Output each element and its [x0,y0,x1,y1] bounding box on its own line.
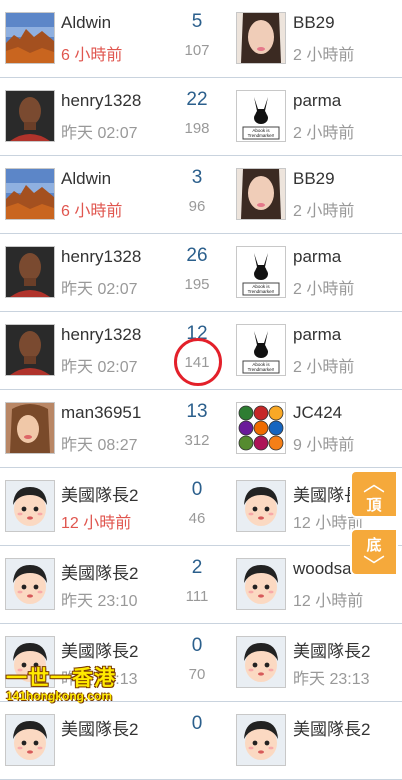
post-time: 6 小時前 [61,203,123,220]
last-reply-time: 2 小時前 [293,359,355,376]
view-count: 96 [188,198,206,215]
thread-row[interactable]: Aldwin 6 小時前 5 107 BB29 2 小時前 [0,0,402,78]
highlight-circle [174,338,222,386]
last-reply-time: 9 小時前 [293,437,355,454]
poster-avatar[interactable] [5,558,55,610]
last-reply-time: 2 小時前 [293,125,355,142]
reply-count: 3 [191,167,203,188]
reply-count: 26 [186,245,208,266]
last-reply-time: 2 小時前 [293,203,355,220]
thread-row[interactable]: henry1328 昨天 02:07 26 195 Abook is Trendmarke… [0,234,402,312]
thread-row[interactable]: Aldwin 6 小時前 3 96 BB29 2 小時前 [0,156,402,234]
last-reply-avatar[interactable] [236,714,286,766]
post-time: 昨天 02:07 [61,359,138,376]
poster-avatar[interactable] [5,324,55,376]
svg-text:Trendmarker!: Trendmarker! [248,367,275,372]
last-reply-time: 昨天 23:13 [293,671,370,688]
last-reply-avatar[interactable]: Abook is Trendmarker! [236,90,286,142]
poster-name[interactable]: Aldwin [61,169,111,189]
last-reply-avatar[interactable] [236,558,286,610]
reply-count: 2 [191,557,203,578]
last-reply-time: 2 小時前 [293,47,355,64]
reply-count: 0 [191,635,203,656]
poster-avatar[interactable] [5,246,55,298]
poster-avatar[interactable] [5,402,55,454]
chevron-down-icon: ﹀ [362,554,385,579]
last-reply-name[interactable]: BB29 [293,13,335,33]
poster-name[interactable]: Aldwin [61,13,111,33]
last-reply-avatar[interactable] [236,636,286,688]
last-reply-avatar[interactable]: Abook is Trendmarker! [236,246,286,298]
post-time: 12 小時前 [61,515,132,532]
post-time: 昨天 02:07 [61,125,138,142]
last-reply-avatar[interactable] [236,12,286,64]
reply-count: 5 [191,11,203,32]
view-count: 312 [184,432,210,449]
thread-row[interactable]: man36951 昨天 08:27 13 312 JC424 9 小時前 [0,390,402,468]
poster-avatar[interactable] [5,714,55,766]
reply-count: 0 [191,713,203,734]
poster-name[interactable]: henry1328 [61,247,141,267]
poster-avatar[interactable] [5,480,55,532]
view-count: 195 [184,276,210,293]
scroll-top-button[interactable]: ︿ 頂 [350,470,398,518]
logo-main-text: 一世一香港 [6,667,116,690]
post-time: 6 小時前 [61,47,123,64]
last-reply-avatar[interactable] [236,168,286,220]
poster-avatar[interactable] [5,168,55,220]
svg-text:Trendmarker!: Trendmarker! [248,289,275,294]
poster-name[interactable]: henry1328 [61,325,141,345]
poster-name[interactable]: 美國隊長2 [61,637,138,662]
view-count: 111 [185,588,209,605]
chevron-up-icon: ︿ [362,471,385,496]
last-reply-name[interactable]: parma [293,325,341,345]
thread-row[interactable]: 美國隊長2 12 小時前 0 46 美國隊長2 12 小時前 [0,468,402,546]
post-time: 昨天 08:27 [61,437,138,454]
last-reply-name[interactable]: parma [293,91,341,111]
thread-row[interactable]: henry1328 昨天 02:07 22 198 Abook is Trendmarke… [0,78,402,156]
last-reply-name[interactable]: JC424 [293,403,342,423]
logo-sub-text: 141hongkong.com [6,689,113,703]
view-count: 46 [188,510,206,527]
reply-count: 0 [191,479,203,500]
site-watermark-logo: 一世一香港 141hongkong.com [0,660,128,707]
poster-avatar[interactable] [5,90,55,142]
svg-text:Trendmarker!: Trendmarker! [248,133,275,138]
last-reply-name[interactable]: 美國隊長2 [293,715,370,740]
last-reply-avatar[interactable] [236,402,286,454]
poster-name[interactable]: 美國隊長2 [61,559,138,584]
last-reply-avatar[interactable]: Abook is Trendmarker! [236,324,286,376]
last-reply-name[interactable]: BB29 [293,169,335,189]
poster-avatar[interactable] [5,12,55,64]
poster-name[interactable]: 美國隊長2 [61,715,138,740]
last-reply-avatar[interactable] [236,480,286,532]
poster-name[interactable]: man36951 [61,403,141,423]
thread-row[interactable]: 美國隊長2 0 美國隊長2 [0,702,402,780]
last-reply-name[interactable]: parma [293,247,341,267]
poster-name[interactable]: 美國隊長2 [61,481,138,506]
post-time: 昨天 23:10 [61,593,138,610]
view-count: 198 [184,120,210,137]
reply-count: 13 [186,401,208,422]
thread-row[interactable]: 美國隊長2 昨天 23:10 2 111 woodsand 12 小時前 [0,546,402,624]
scroll-bottom-label: 底 [366,537,382,554]
last-reply-time: 12 小時前 [293,593,364,610]
poster-name[interactable]: henry1328 [61,91,141,111]
last-reply-time: 2 小時前 [293,281,355,298]
post-time: 昨天 02:07 [61,281,138,298]
scroll-top-label: 頂 [366,497,382,514]
view-count: 107 [184,42,210,59]
last-reply-name[interactable]: 美國隊長2 [293,637,370,662]
view-count: 70 [188,666,206,683]
reply-count: 22 [186,89,208,110]
scroll-bottom-button[interactable]: 底 ﹀ [350,528,398,579]
